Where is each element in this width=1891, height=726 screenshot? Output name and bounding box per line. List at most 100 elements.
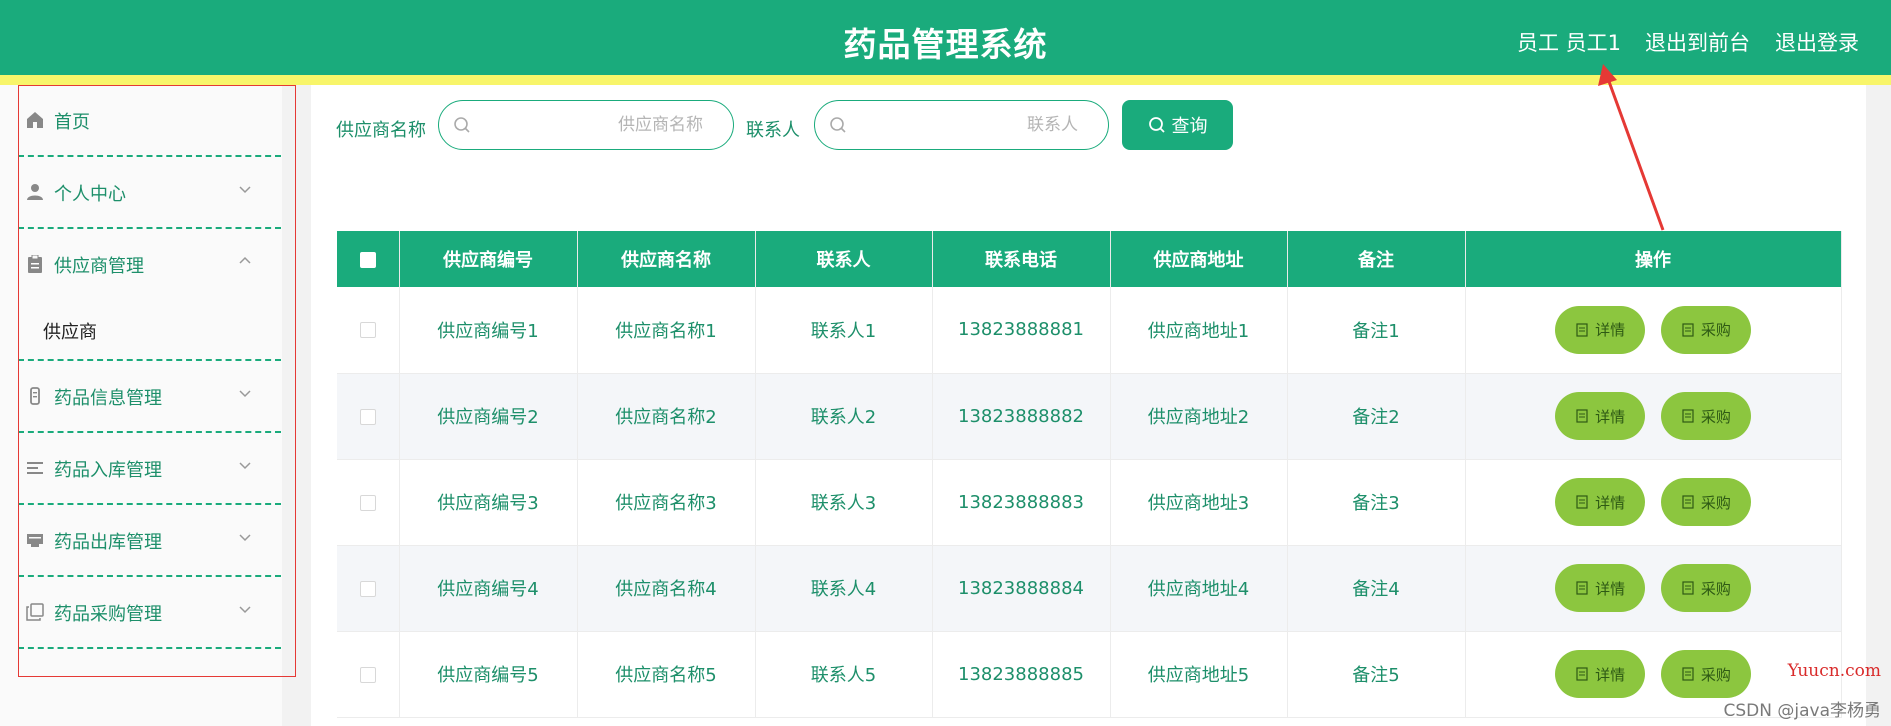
table-cell: 备注3 (1287, 459, 1466, 546)
box-icon (27, 534, 43, 547)
select-all-checkbox[interactable] (359, 251, 376, 268)
supplier-name-search-box[interactable] (438, 100, 734, 150)
table-cell: 13823888882 (932, 373, 1111, 460)
table-cell: 供应商地址1 (1110, 287, 1288, 374)
table-cell: 供应商编号1 (399, 287, 578, 374)
detail-button[interactable]: 详情 (1555, 478, 1646, 526)
detail-button-label: 详情 (1595, 493, 1626, 512)
detail-button[interactable]: 详情 (1555, 305, 1646, 354)
purchase-button[interactable]: 采购 (1660, 478, 1751, 526)
sidebar-item-personal-center[interactable]: 个人中心 (18, 157, 281, 229)
table-cell: 供应商编号5 (399, 631, 578, 718)
table-cell: 13823888883 (932, 459, 1111, 546)
column-header[interactable]: 供应商编号 (399, 231, 578, 287)
sidebar-item-drug-info-management[interactable]: 药品信息管理 (18, 361, 281, 433)
query-button-label: 查询 (1171, 116, 1208, 137)
purchase-button[interactable]: 采购 (1660, 650, 1751, 698)
row-checkbox[interactable] (359, 408, 376, 425)
sidebar-item-label: 首页 (54, 112, 90, 133)
app-header: 药品管理系统 员工 员工1 退出到前台 退出登录 (0, 0, 1891, 85)
purchase-button[interactable]: 采购 (1660, 305, 1751, 354)
detail-button[interactable]: 详情 (1555, 650, 1646, 698)
purchase-button-label: 采购 (1700, 665, 1731, 684)
sidebar-item-drug-purchase-management[interactable]: 药品采购管理 (18, 577, 281, 649)
table-cell: 备注4 (1287, 545, 1466, 632)
chevron-down-icon (239, 186, 251, 194)
purchase-button-label: 采购 (1700, 579, 1731, 598)
sidebar-item-label: 药品出库管理 (54, 532, 162, 553)
contact-label: 联系人 (746, 120, 800, 141)
purchase-button[interactable]: 采购 (1660, 392, 1751, 440)
table-cell: 供应商地址4 (1110, 545, 1288, 632)
chevron-down-icon (239, 462, 251, 470)
contact-search-box[interactable] (814, 100, 1109, 150)
detail-button[interactable]: 详情 (1555, 392, 1646, 440)
supplier-name-input[interactable] (523, 113, 703, 137)
user-icon (27, 184, 43, 200)
exit-to-front-link[interactable]: 退出到前台 (1645, 27, 1750, 57)
document-icon (1682, 667, 1694, 681)
list-icon (27, 462, 43, 474)
table-cell: 供应商名称4 (577, 545, 756, 632)
table-row: 供应商编号1 供应商名称1 联系人1 13823888881 供应商地址1 备注… (337, 287, 1842, 374)
table-row: 供应商编号2 供应商名称2 联系人2 13823888882 供应商地址2 备注… (337, 373, 1842, 460)
table-cell: 联系人2 (755, 373, 933, 460)
sidebar-item-label: 个人中心 (54, 184, 126, 205)
column-header[interactable]: 备注 (1287, 231, 1466, 287)
contact-input[interactable] (898, 113, 1078, 137)
table-cell: 供应商名称3 (577, 459, 756, 546)
table-row: 供应商编号4 供应商名称4 联系人4 13823888884 供应商地址4 备注… (337, 545, 1842, 632)
table-cell: 供应商编号3 (399, 459, 578, 546)
home-icon (27, 112, 43, 128)
row-checkbox[interactable] (359, 666, 376, 683)
sidebar-item-label: 供应商管理 (54, 256, 144, 277)
column-header: 操作 (1465, 231, 1842, 287)
document-icon (1576, 409, 1588, 423)
row-checkbox[interactable] (359, 580, 376, 597)
detail-button-label: 详情 (1595, 321, 1626, 340)
table-cell: 供应商地址5 (1110, 631, 1288, 718)
sidebar-item-label: 药品信息管理 (54, 388, 162, 409)
table-row: 供应商编号5 供应商名称5 联系人5 13823888885 供应商地址5 备注… (337, 631, 1842, 718)
column-header[interactable]: 联系人 (755, 231, 933, 287)
table-cell: 供应商地址3 (1110, 459, 1288, 546)
table-cell: 联系人4 (755, 545, 933, 632)
sidebar-item-drug-inbound-management[interactable]: 药品入库管理 (18, 433, 281, 505)
sidebar-subitem-supplier[interactable]: 供应商 (43, 318, 97, 344)
table-cell: 供应商编号4 (399, 545, 578, 632)
table-cell: 13823888885 (932, 631, 1111, 718)
search-icon (454, 117, 470, 133)
search-icon (1148, 117, 1165, 133)
purchase-button[interactable]: 采购 (1660, 564, 1751, 612)
table-cell: 13823888884 (932, 545, 1111, 632)
vial-icon (30, 387, 40, 405)
table-cell: 供应商名称5 (577, 631, 756, 718)
column-header[interactable]: 供应商名称 (577, 231, 756, 287)
table-cell: 联系人5 (755, 631, 933, 718)
document-icon (1576, 581, 1588, 595)
table-row: 供应商编号3 供应商名称3 联系人3 13823888883 供应商地址3 备注… (337, 459, 1842, 546)
purchase-button-label: 采购 (1700, 407, 1731, 426)
table-cell: 13823888881 (932, 287, 1111, 374)
sidebar-item-drug-outbound-management[interactable]: 药品出库管理 (18, 505, 281, 577)
current-user-label[interactable]: 员工 员工1 (1517, 27, 1621, 57)
row-checkbox[interactable] (359, 322, 376, 339)
chevron-down-icon (239, 534, 251, 542)
table-header-row: 供应商编号 供应商名称 联系人 联系电话 供应商地址 备注 操作 (337, 231, 1842, 287)
logout-link[interactable]: 退出登录 (1775, 27, 1859, 57)
document-icon (1576, 495, 1588, 509)
row-checkbox[interactable] (359, 494, 376, 511)
table-cell: 供应商编号2 (399, 373, 578, 460)
sidebar-item-home[interactable]: 首页 (18, 85, 281, 157)
search-icon (830, 117, 846, 133)
column-header[interactable]: 供应商地址 (1110, 231, 1288, 287)
sidebar-item-label: 药品采购管理 (54, 604, 162, 625)
purchase-button-label: 采购 (1700, 321, 1731, 340)
document-icon (1576, 323, 1588, 337)
table-cell: 供应商名称1 (577, 287, 756, 374)
table-cell: 备注2 (1287, 373, 1466, 460)
column-header[interactable]: 联系电话 (932, 231, 1111, 287)
detail-button[interactable]: 详情 (1555, 564, 1646, 612)
query-button[interactable]: 查询 (1122, 100, 1233, 150)
document-icon (1576, 667, 1588, 681)
